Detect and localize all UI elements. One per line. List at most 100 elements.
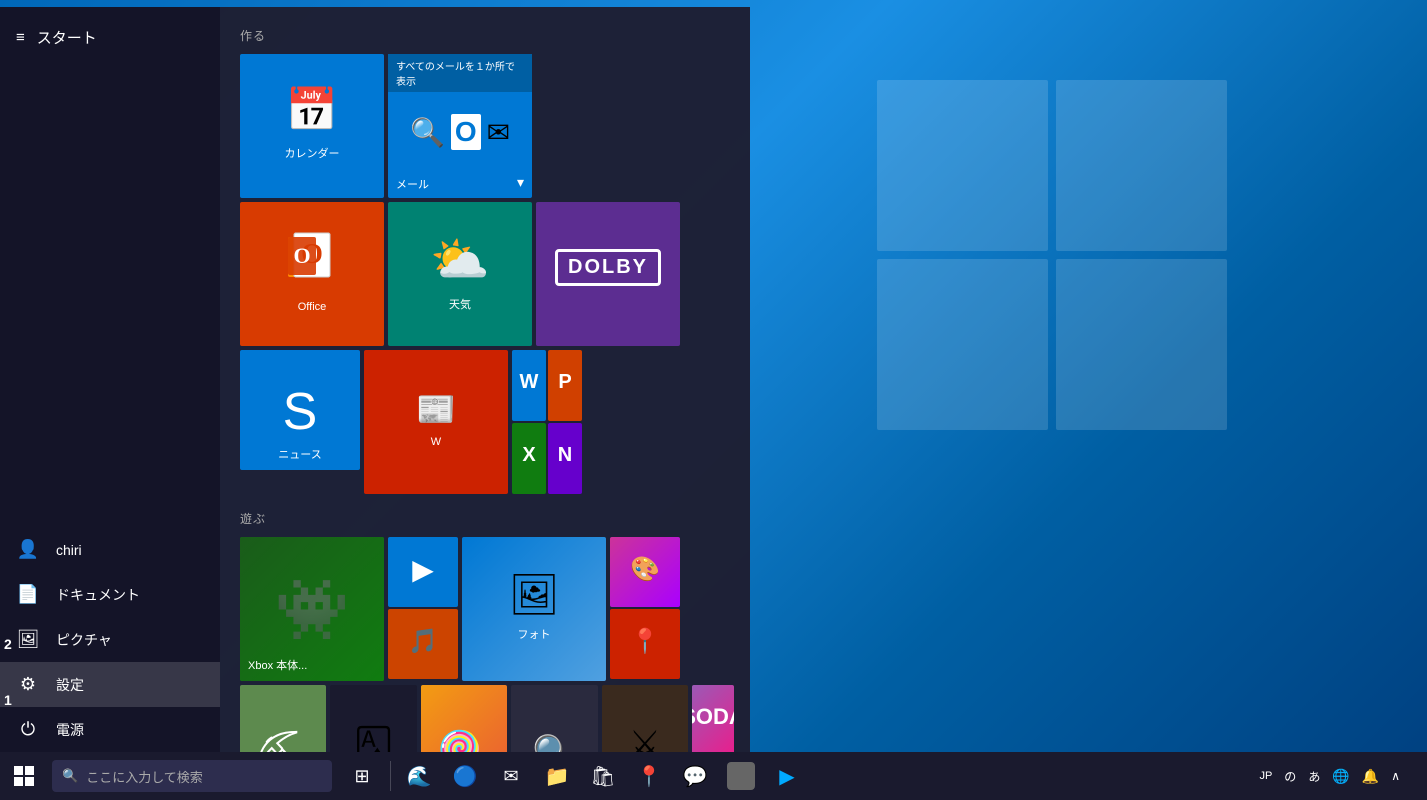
play-row-1: 👾 Xbox 本体... ▶ 🎵 🖼 フォト <box>240 537 734 681</box>
tile-maps[interactable]: 📍 <box>610 609 680 679</box>
taskbar-divider <box>390 761 391 791</box>
google-icon: 🔍 <box>410 116 445 149</box>
section-play-label: 遊ぶ <box>240 510 734 527</box>
badge-1: 1 <box>4 692 12 708</box>
small-tiles-col: ▶ 🎵 <box>388 537 458 681</box>
maps-icon: 📍 <box>630 627 660 656</box>
sidebar-item-user[interactable]: 👤 chiri <box>0 527 220 572</box>
music-icon: 🎵 <box>408 627 438 656</box>
section-create: 作る 📅 カレンダー すべてのメールを１か所で表示 🔍 O ✉ <box>240 27 734 494</box>
system-tray: JP の あ 🌐 🔔 ∧ <box>1255 768 1427 785</box>
badge-2: 2 <box>4 636 12 652</box>
photos-icon: 🖼 <box>509 571 560 618</box>
skype-icon: S <box>283 382 318 442</box>
taskbar-mail[interactable]: ✉ <box>489 752 533 800</box>
taskbar-mail-icon: ✉ <box>503 766 518 787</box>
power-icon: ⏻ <box>16 719 40 740</box>
taskbar: 🔍 ここに入力して検索 ⊞ 🌊 🔵 ✉ 📁 🛍 📍 <box>0 752 1427 800</box>
tile-paint3d[interactable]: 🎨 <box>610 537 680 607</box>
weather-label: 天気 <box>449 296 471 312</box>
candy-icon: 🍭 <box>437 728 492 752</box>
sidebar-user-label: chiri <box>56 542 82 558</box>
taskbar-teams[interactable]: 💬 <box>673 752 717 800</box>
user-icon: 👤 <box>16 539 40 560</box>
taskbar-edge-icon: 🌊 <box>407 764 432 789</box>
taskbar-chrome[interactable]: 🔵 <box>443 752 487 800</box>
tile-weather[interactable]: ⛅ 天気 <box>388 202 532 346</box>
taskbar-maps-icon: 📍 <box>637 764 662 789</box>
taskbar-task-view[interactable]: ⊞ <box>340 752 384 800</box>
tile-skype[interactable]: S ニュース <box>240 350 360 470</box>
network-icon: 🌐 <box>1328 768 1353 785</box>
soda-text: SODA <box>692 704 734 730</box>
tile-dolby[interactable]: DOLBY <box>536 202 680 346</box>
tile-eva[interactable]: 🔍 G5 <box>511 685 597 752</box>
dolby-icon: DOLBY <box>555 249 661 286</box>
movies-icon: ▶ <box>412 553 434 586</box>
tile-calendar[interactable]: 📅 カレンダー <box>240 54 384 198</box>
taskbar-explorer-icon: 📁 <box>545 764 570 789</box>
tile-photos[interactable]: 🖼 フォト <box>462 537 606 681</box>
tile-mail[interactable]: すべてのメールを１か所で表示 🔍 O ✉ メール ▾ <box>388 54 532 198</box>
desktop-windows-logo <box>877 80 1227 430</box>
tile-onenote[interactable]: N <box>548 423 582 494</box>
eva-icon: 🔍 <box>532 733 577 752</box>
windows-icon <box>14 766 34 786</box>
tile-soda[interactable]: SODA <box>692 685 734 752</box>
hamburger-icon[interactable]: ≡ <box>16 29 25 46</box>
taskbar-unknown-icon <box>727 762 755 790</box>
play-row-2: ⛏ Solitaire 🂡 🍭 🔍 G5 <box>240 685 734 752</box>
tile-news[interactable]: 📰 W <box>364 350 508 494</box>
sidebar-item-pictures[interactable]: 🖼 ピクチャ <box>0 617 220 662</box>
documents-icon: 📄 <box>16 584 40 605</box>
tile-music[interactable]: 🎵 <box>388 609 458 679</box>
office-icon: O O <box>284 229 340 297</box>
taskbar-unknown[interactable] <box>719 752 763 800</box>
notification-icon[interactable]: 🔔 <box>1358 768 1383 785</box>
settings-icon: ⚙ <box>16 674 40 695</box>
taskbar-store[interactable]: 🛍 <box>581 752 625 800</box>
section-create-label: 作る <box>240 27 734 44</box>
sidebar-settings-label: 設定 <box>56 675 84 695</box>
taskbar-video[interactable]: ▶ <box>765 752 809 800</box>
tile-movies[interactable]: ▶ <box>388 537 458 607</box>
ime-icon-2: あ <box>1304 768 1324 785</box>
start-menu-header[interactable]: ≡ スタート <box>0 15 220 60</box>
tile-candy[interactable]: 🍭 <box>421 685 507 752</box>
start-menu-sidebar: ≡ スタート 👤 chiri 📄 ドキュメント 🖼 ピクチャ ⚙ 設定 ⏻ 電源 <box>0 7 220 752</box>
start-button[interactable] <box>0 752 48 800</box>
outlook-icon: O <box>451 114 481 150</box>
search-bar[interactable]: 🔍 ここに入力して検索 <box>52 760 332 792</box>
excel-icon: X <box>522 444 535 467</box>
taskbar-edge[interactable]: 🌊 <box>397 752 441 800</box>
mail-tile-icons: 🔍 O ✉ <box>388 92 532 172</box>
sidebar-power-label: 電源 <box>56 720 84 740</box>
tiles-row-1: 📅 カレンダー すべてのメールを１か所で表示 🔍 O ✉ メール ▾ <box>240 54 734 198</box>
section-play: 遊ぶ 👾 Xbox 本体... ▶ 🎵 <box>240 510 734 752</box>
taskbar-maps[interactable]: 📍 <box>627 752 671 800</box>
office-apps-grid: W P X N <box>512 350 582 494</box>
up-arrow-icon[interactable]: ∧ <box>1387 769 1404 783</box>
tile-word[interactable]: W <box>512 350 546 421</box>
tile-excel[interactable]: X <box>512 423 546 494</box>
tile-office[interactable]: O O Office <box>240 202 384 346</box>
xbox-label: Xbox 本体... <box>248 657 307 673</box>
tile-xbox[interactable]: 👾 Xbox 本体... <box>240 537 384 681</box>
tiles-row-2: O O Office ⛅ 天気 DOLBY <box>240 202 734 346</box>
tile-powerpoint[interactable]: P <box>548 350 582 421</box>
tile-minecraft[interactable]: ⛏ Solitaire <box>240 685 326 752</box>
sidebar-item-settings[interactable]: ⚙ 設定 <box>0 662 220 707</box>
march-icon: ⚔ <box>629 723 661 752</box>
taskbar-chrome-icon: 🔵 <box>453 764 478 789</box>
ppt-icon: P <box>558 371 571 394</box>
onenote-icon: N <box>558 444 572 467</box>
tile-solitaire[interactable]: 🂡 <box>330 685 416 752</box>
news-icon: 📰 <box>416 390 456 428</box>
taskbar-explorer[interactable]: 📁 <box>535 752 579 800</box>
minecraft-icon: ⛏ <box>250 727 316 753</box>
sidebar-item-power[interactable]: ⏻ 電源 <box>0 707 220 752</box>
sidebar-item-documents[interactable]: 📄 ドキュメント <box>0 572 220 617</box>
start-menu: ≡ スタート 👤 chiri 📄 ドキュメント 🖼 ピクチャ ⚙ 設定 ⏻ 電源… <box>0 7 750 752</box>
office-label: Office <box>298 301 327 313</box>
tile-march[interactable]: ⚔ マーチオブエ... <box>602 685 688 752</box>
